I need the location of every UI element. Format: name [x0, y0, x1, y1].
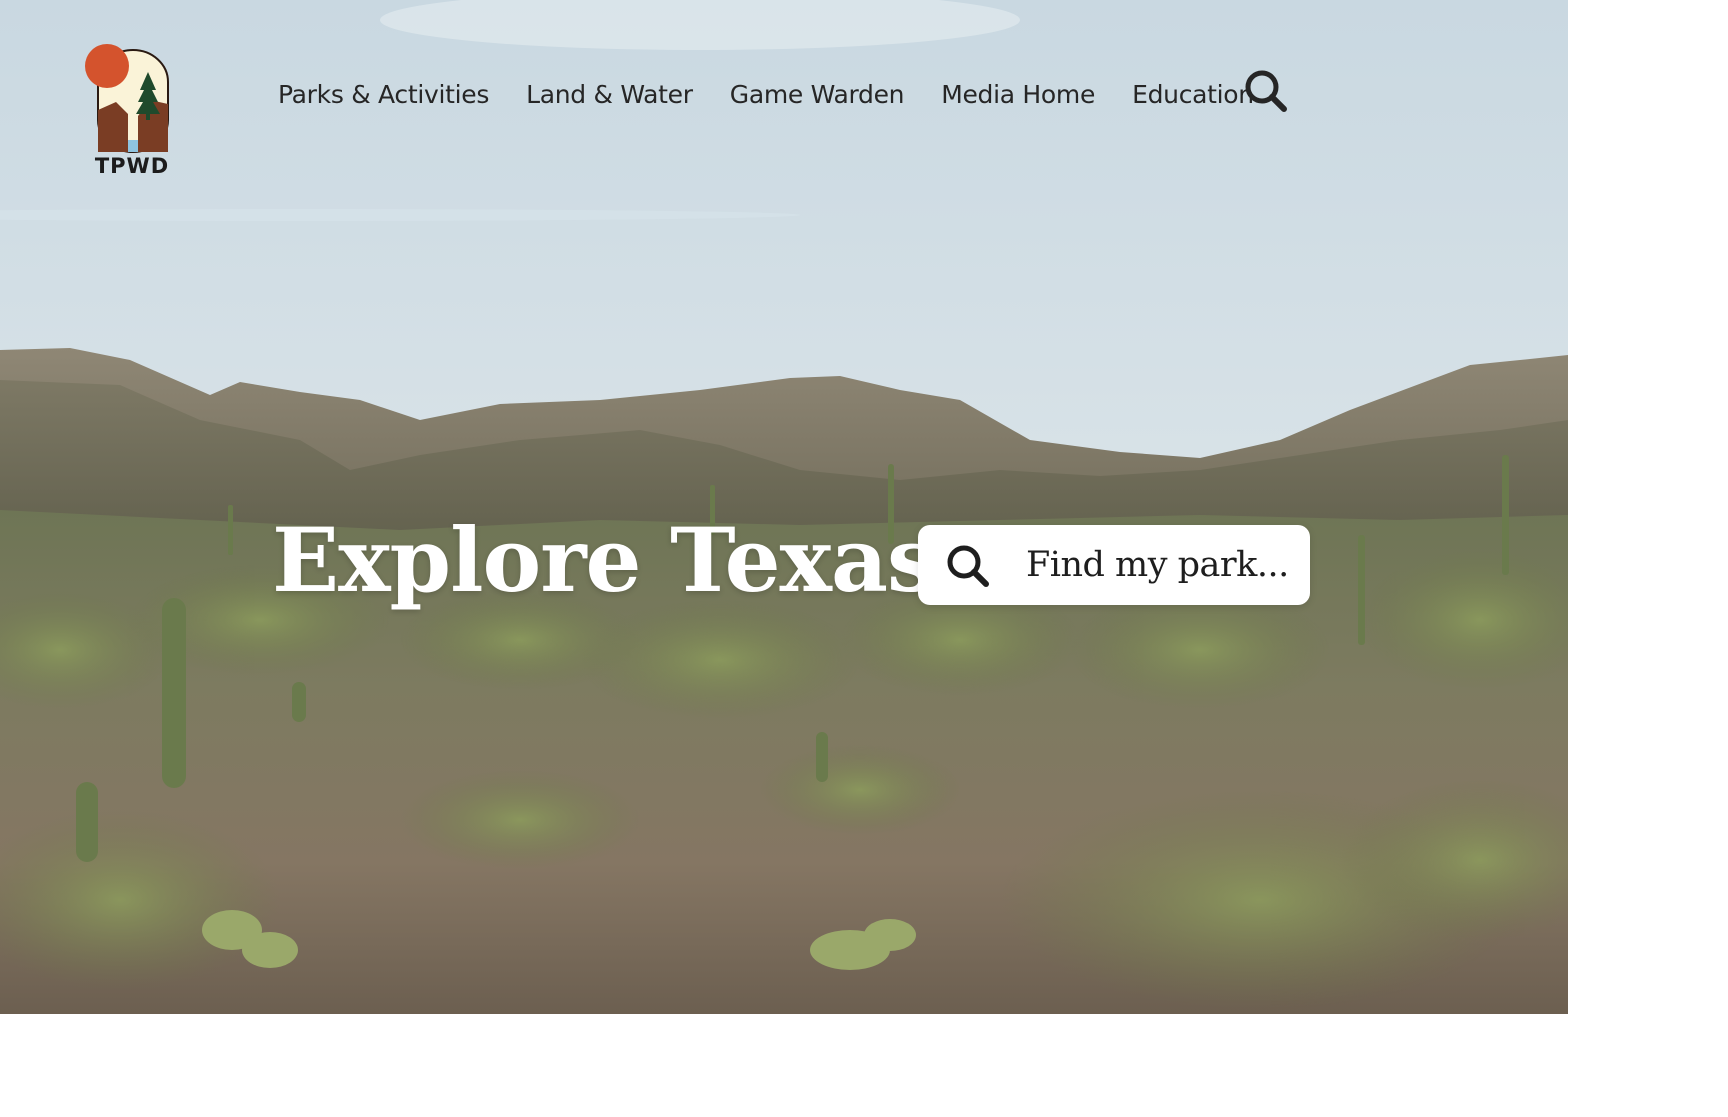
hero-background-image [0, 0, 1568, 1014]
find-my-park-search[interactable]: Find my park... [918, 525, 1310, 605]
nav-parks-activities[interactable]: Parks & Activities [278, 80, 489, 109]
search-icon [1245, 70, 1287, 112]
search-icon [947, 545, 989, 587]
tpwd-logo[interactable]: TPWD [80, 40, 184, 180]
main-navigation: Parks & Activities Land & Water Game War… [278, 76, 1291, 112]
search-button[interactable] [1243, 68, 1289, 114]
nav-land-water[interactable]: Land & Water [526, 80, 693, 109]
nav-education[interactable]: Education [1132, 80, 1254, 109]
logo-wordmark: TPWD [94, 154, 170, 178]
tpwd-logo-icon [85, 44, 169, 153]
nav-game-warden[interactable]: Game Warden [730, 80, 905, 109]
find-my-park-placeholder[interactable]: Find my park... [1026, 545, 1289, 585]
hero-title: Explore Texas [272, 508, 937, 612]
nav-media-home[interactable]: Media Home [941, 80, 1095, 109]
page: TPWD Parks & Activities Land & Water Gam… [0, 0, 1568, 1014]
